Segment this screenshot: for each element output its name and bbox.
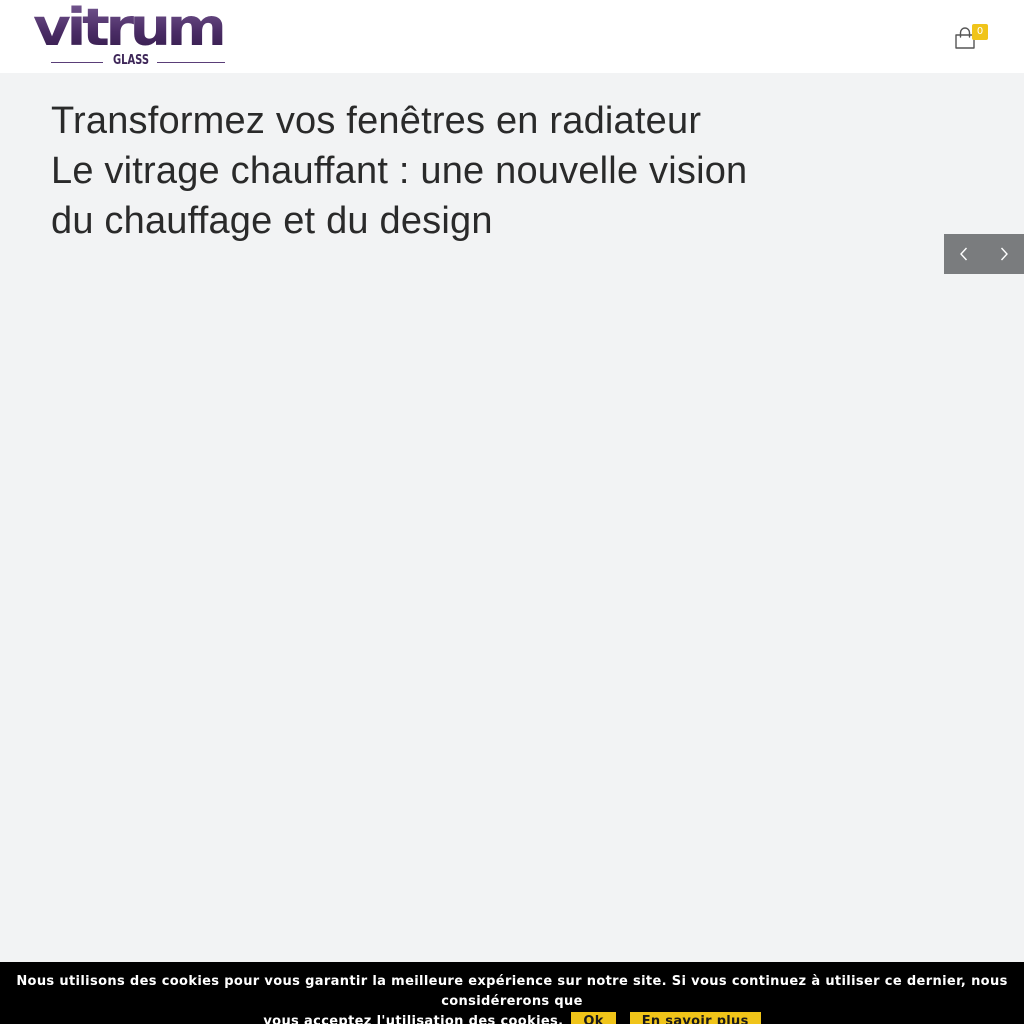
hero-line-3: du chauffage et du design	[51, 200, 493, 242]
cookie-consent-bar: Nous utilisons des cookies pour vous gar…	[0, 962, 1024, 1024]
slider-next-button[interactable]	[984, 234, 1024, 274]
hero-line-2: Le vitrage chauffant : une nouvelle visi…	[51, 150, 748, 192]
cart-count-badge: 0	[972, 24, 988, 40]
hero-line-1: Transformez vos fenêtres en radiateur	[51, 100, 702, 142]
cookie-message-line-2: vous acceptez l'utilisation des cookies.	[263, 1014, 564, 1024]
logo-divider-right	[157, 62, 225, 63]
cookie-ok-button[interactable]: Ok	[571, 1012, 616, 1024]
hero-headline: Transformez vos fenêtres en radiateur Le…	[51, 96, 811, 246]
cart-button[interactable]: 0	[953, 24, 993, 54]
chevron-left-icon	[960, 247, 968, 261]
slider-navigation	[944, 234, 1024, 274]
cookie-learn-more-button[interactable]: En savoir plus	[629, 1012, 761, 1024]
logo-wordmark: vitrum	[33, 0, 227, 58]
cookie-message-line-2-row: vous acceptez l'utilisation des cookies.…	[0, 1012, 1024, 1024]
slider-prev-button[interactable]	[944, 234, 984, 274]
logo-divider-left	[51, 62, 103, 63]
cookie-message-line-1: Nous utilisons des cookies pour vous gar…	[16, 974, 1008, 1009]
chevron-right-icon	[1000, 247, 1008, 261]
logo-subtitle: GLASS	[112, 53, 150, 68]
vitrum-glass-logo[interactable]: vitrum GLASS	[33, 0, 228, 70]
site-header: vitrum GLASS 0	[0, 0, 1024, 73]
